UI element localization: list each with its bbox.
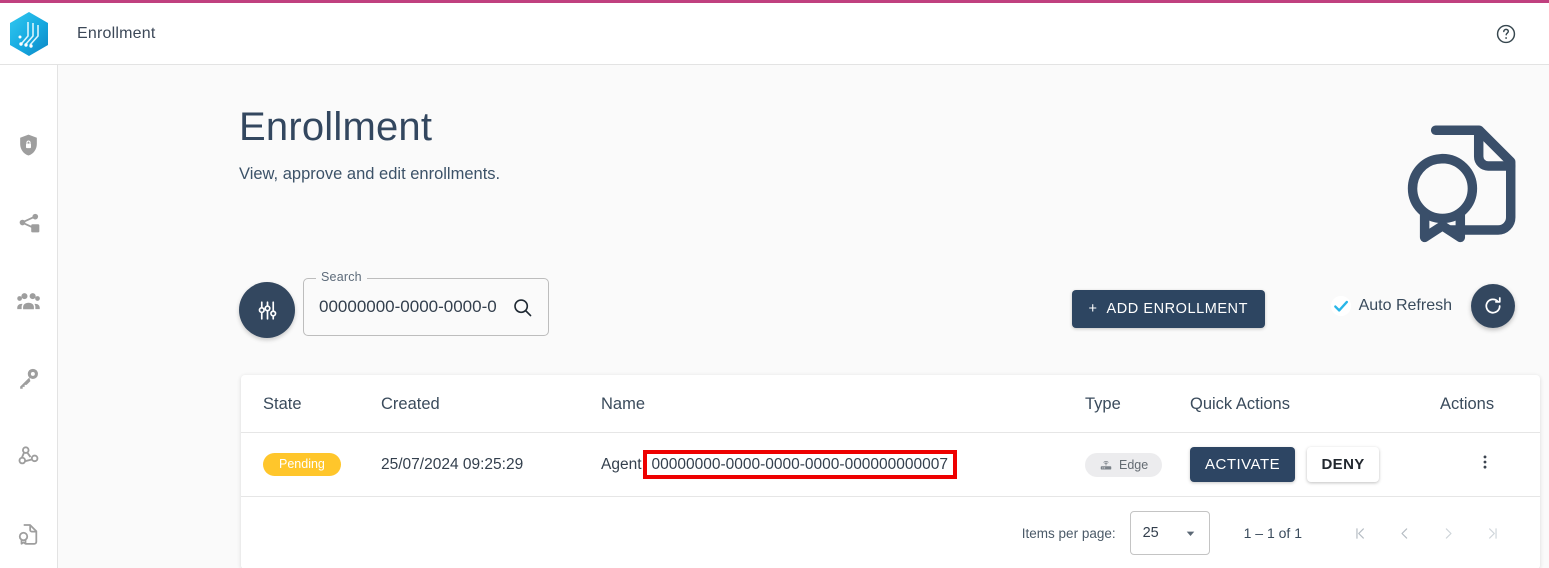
sidebar [0,65,58,568]
filter-button[interactable] [239,282,295,338]
table-header: State Created Name Type Quick Actions Ac… [241,375,1540,433]
table-body: Pending 25/07/2024 09:25:29 Agent 000000… [241,432,1540,497]
edge-router-icon [1100,460,1112,470]
items-per-page-value: 25 [1142,525,1159,541]
hero-certificate-document-icon [1401,101,1527,258]
enrollment-table-card: State Created Name Type Quick Actions Ac… [241,375,1540,568]
tune-sliders-icon [258,300,276,320]
auto-refresh-label: Auto Refresh [1358,297,1452,314]
sidebar-item-security[interactable] [6,133,52,158]
name-prefix: Agent [601,455,642,473]
column-header-created[interactable]: Created [381,375,601,433]
next-page-button[interactable] [1426,511,1470,555]
users-group-icon [17,293,40,310]
search-label: Search [316,270,367,284]
column-header-type[interactable]: Type [1085,375,1190,433]
share-network-icon [19,213,40,233]
main-content: Enrollment View, approve and edit enroll… [58,65,1549,568]
name-uuid-highlight: 00000000-0000-0000-0000-000000000007 [642,449,958,480]
shield-lock-icon [20,134,37,156]
certificate-document-icon [18,524,38,545]
cell-name: Agent 00000000-0000-0000-0000-0000000000… [601,432,1085,497]
cell-actions [1440,432,1540,497]
last-page-icon [1488,527,1497,539]
page-title: Enrollment [239,105,433,149]
column-header-quick-actions[interactable]: Quick Actions [1190,375,1440,433]
key-icon [20,368,38,389]
paginator: Items per page: 25 1 – 1 of 1 [241,497,1540,568]
column-header-actions[interactable]: Actions [1440,375,1540,433]
toolbar: Search 00000000-0000-0000-0 + ADD ENROLL… [239,270,1527,340]
cell-created: 25/07/2024 09:25:29 [381,432,601,497]
refresh-button[interactable] [1471,284,1515,328]
activate-button[interactable]: ACTIVATE [1190,447,1296,482]
search-input[interactable]: 00000000-0000-0000-0 [319,297,511,317]
column-header-state[interactable]: State [241,375,381,433]
refresh-icon [1485,297,1501,314]
app-window: Enrollment Enrollment View, approve and … [0,0,1549,568]
prev-page-icon [1400,527,1407,539]
sidebar-item-keys[interactable] [6,366,52,391]
page-subtitle: View, approve and edit enrollments. [239,165,501,183]
deny-button[interactable]: DENY [1307,447,1379,482]
search-icon[interactable] [511,296,534,319]
cell-type: Edge [1085,432,1190,497]
column-header-name[interactable]: Name [601,375,1085,433]
sidebar-item-enrollment[interactable] [6,521,52,547]
table-header-row: State Created Name Type Quick Actions Ac… [241,375,1540,433]
plus-icon: + [1088,301,1098,317]
sidebar-item-network[interactable] [6,210,52,235]
next-page-icon [1445,527,1452,539]
add-enrollment-label: ADD ENROLLMENT [1106,301,1248,317]
pagination-range-label: 1 – 1 of 1 [1243,525,1302,541]
webhook-icon [18,446,38,465]
last-page-button[interactable] [1470,511,1514,555]
hexagon-circuit-logo-icon [10,11,48,56]
app-header: Enrollment [0,3,1549,65]
kebab-menu-icon[interactable] [1476,452,1494,477]
type-chip: Edge [1085,452,1163,477]
checkmark-icon [1330,295,1351,317]
chevron-down-icon [1186,531,1194,536]
cell-quick-actions: ACTIVATE DENY [1190,432,1440,497]
items-per-page-label: Items per page: [1021,525,1116,541]
add-enrollment-button[interactable]: + ADD ENROLLMENT [1071,290,1265,328]
sidebar-item-webhooks[interactable] [6,443,52,469]
app-logo[interactable] [0,3,58,65]
app-title: Enrollment [77,24,156,42]
first-page-button[interactable] [1338,511,1382,555]
search-field[interactable]: Search 00000000-0000-0000-0 [303,270,549,336]
table-row[interactable]: Pending 25/07/2024 09:25:29 Agent 000000… [241,432,1540,497]
prev-page-button[interactable] [1382,511,1426,555]
first-page-icon [1355,527,1364,539]
type-chip-label: Edge [1119,457,1149,472]
enrollment-table: State Created Name Type Quick Actions Ac… [241,375,1540,497]
cell-state: Pending [241,432,381,497]
status-badge: Pending [263,453,341,476]
sidebar-item-users[interactable] [6,287,52,314]
help-circle-icon[interactable] [1493,21,1519,47]
auto-refresh-toggle[interactable]: Auto Refresh [1330,295,1452,317]
items-per-page-select[interactable]: 25 [1129,511,1210,555]
